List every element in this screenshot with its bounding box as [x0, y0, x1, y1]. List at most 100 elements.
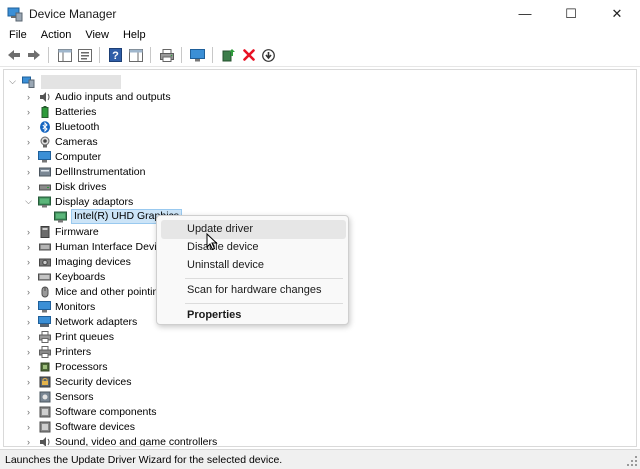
uninstall-device-menu-item[interactable]: Uninstall device	[161, 256, 346, 275]
resize-grip-icon[interactable]	[627, 456, 637, 466]
tree-item-cameras[interactable]: › Cameras	[24, 134, 98, 149]
monitor-icon[interactable]	[188, 46, 207, 65]
help-icon[interactable]: ?	[106, 46, 125, 65]
computer-name-label	[41, 74, 121, 89]
menu-action[interactable]: Action	[34, 27, 79, 44]
tree-item-label: Software devices	[55, 420, 135, 433]
firmware-icon	[38, 225, 51, 238]
tree-item-label: Sensors	[55, 390, 94, 403]
chevron-right-icon[interactable]: ›	[24, 119, 33, 134]
disable-device-menu-item[interactable]: Disable device	[161, 238, 346, 257]
tree-item-print-queues[interactable]: › Print queues	[24, 329, 114, 344]
tree-item-audio-inputs-and-outputs[interactable]: › Audio inputs and outputs	[24, 89, 171, 104]
tree-item-label: Network adapters	[55, 315, 138, 328]
chevron-right-icon[interactable]: ›	[24, 374, 33, 389]
chevron-right-icon[interactable]: ›	[24, 104, 33, 119]
tree-item-batteries[interactable]: › Batteries	[24, 104, 96, 119]
print-icon[interactable]	[157, 46, 176, 65]
tree-item-security-devices[interactable]: › Security devices	[24, 374, 131, 389]
chevron-right-icon[interactable]: ›	[24, 179, 33, 194]
forward-icon[interactable]	[24, 46, 43, 65]
toolbar-separator	[181, 47, 182, 63]
hid-icon	[38, 240, 51, 253]
properties-icon[interactable]	[75, 46, 94, 65]
close-button[interactable]: ✕	[594, 0, 640, 27]
menu-view[interactable]: View	[78, 27, 116, 44]
update-driver-icon[interactable]	[219, 46, 238, 65]
imaging-icon	[38, 255, 51, 268]
tree-item-label: Human Interface Device	[55, 240, 168, 253]
menu-separator	[185, 278, 343, 279]
tree-item-firmware[interactable]: › Firmware	[24, 224, 99, 239]
tree-item-bluetooth[interactable]: › Bluetooth	[24, 119, 99, 134]
menu-help[interactable]: Help	[116, 27, 153, 44]
toolbar-separator	[48, 47, 49, 63]
chevron-right-icon[interactable]: ›	[24, 359, 33, 374]
bluetooth-icon	[38, 120, 51, 133]
tree-item-label: Printers	[55, 345, 92, 358]
tree-item-software-devices[interactable]: › Software devices	[24, 419, 135, 434]
action-pane-icon[interactable]	[126, 46, 145, 65]
tree-item-dellinstrumentation[interactable]: › DellInstrumentation	[24, 164, 145, 179]
chevron-right-icon[interactable]: ›	[24, 269, 33, 284]
chevron-down-icon[interactable]: ⌵	[8, 74, 17, 89]
download-icon[interactable]	[259, 46, 278, 65]
tree-item-mice-and-other-pointing[interactable]: › Mice and other pointin	[24, 284, 158, 299]
chevron-right-icon[interactable]: ›	[24, 389, 33, 404]
menu-file[interactable]: File	[0, 27, 34, 44]
tree-item-imaging-devices[interactable]: › Imaging devices	[24, 254, 131, 269]
tree-item-printers[interactable]: › Printers	[24, 344, 91, 359]
chevron-right-icon[interactable]: ›	[24, 404, 33, 419]
minimize-button[interactable]: —	[502, 0, 548, 27]
chevron-right-icon[interactable]: ›	[24, 434, 33, 447]
speaker-icon	[38, 90, 51, 103]
update-driver-menu-item[interactable]: Update driver	[161, 220, 346, 239]
status-text: Launches the Update Driver Wizard for th…	[5, 453, 283, 466]
menu-separator	[185, 303, 343, 304]
toolbar-separator	[99, 47, 100, 63]
tree-root[interactable]: ⌵	[8, 74, 121, 89]
tree-item-keyboards[interactable]: › Keyboards	[24, 269, 105, 284]
tree-item-network-adapters[interactable]: › Network adapters	[24, 314, 137, 329]
maximize-button[interactable]: ☐	[548, 0, 594, 27]
chevron-down-icon[interactable]: ⌵	[24, 194, 33, 209]
tree-item-display-adaptors[interactable]: ⌵ Display adaptors	[24, 194, 133, 209]
back-icon[interactable]	[4, 46, 23, 65]
chevron-right-icon[interactable]: ›	[24, 314, 33, 329]
tree-item-label: DellInstrumentation	[55, 165, 146, 178]
tree-item-software-components[interactable]: › Software components	[24, 404, 157, 419]
tree-item-computer[interactable]: › Computer	[24, 149, 101, 164]
chevron-right-icon[interactable]: ›	[24, 329, 33, 344]
scan-hardware-menu-item[interactable]: Scan for hardware changes	[161, 281, 346, 300]
chevron-right-icon[interactable]: ›	[24, 419, 33, 434]
chevron-right-icon[interactable]: ›	[24, 344, 33, 359]
processor-icon	[38, 360, 51, 373]
printer-icon	[38, 345, 51, 358]
properties-menu-item[interactable]: Properties	[161, 306, 346, 325]
tree-item-label: Disk drives	[55, 180, 107, 193]
toolbar-separator	[212, 47, 213, 63]
chevron-right-icon[interactable]: ›	[24, 149, 33, 164]
chevron-right-icon[interactable]: ›	[24, 224, 33, 239]
chevron-right-icon[interactable]: ›	[24, 239, 33, 254]
chevron-right-icon[interactable]: ›	[24, 299, 33, 314]
chevron-right-icon[interactable]: ›	[24, 164, 33, 179]
tree-item-sensors[interactable]: › Sensors	[24, 389, 94, 404]
computer-icon	[22, 75, 35, 88]
sound-controller-icon	[38, 435, 51, 446]
status-bar: Launches the Update Driver Wizard for th…	[0, 449, 640, 469]
tree-item-label: Bluetooth	[55, 120, 100, 133]
tree-item-monitors[interactable]: › Monitors	[24, 299, 95, 314]
mouse-pointer-icon	[206, 232, 218, 251]
chevron-right-icon[interactable]: ›	[24, 134, 33, 149]
tree-item-processors[interactable]: › Processors	[24, 359, 108, 374]
chevron-right-icon[interactable]: ›	[24, 89, 33, 104]
uninstall-icon[interactable]	[239, 46, 258, 65]
tree-item-disk-drives[interactable]: › Disk drives	[24, 179, 106, 194]
chevron-right-icon[interactable]: ›	[24, 284, 33, 299]
sensor-icon	[38, 390, 51, 403]
show-hide-console-tree-icon[interactable]	[55, 46, 74, 65]
chevron-right-icon[interactable]: ›	[24, 254, 33, 269]
tree-item-human-interface-device[interactable]: › Human Interface Device	[24, 239, 168, 254]
tree-item-sound-video-and-game-controllers[interactable]: › Sound, video and game controllers	[24, 434, 217, 447]
